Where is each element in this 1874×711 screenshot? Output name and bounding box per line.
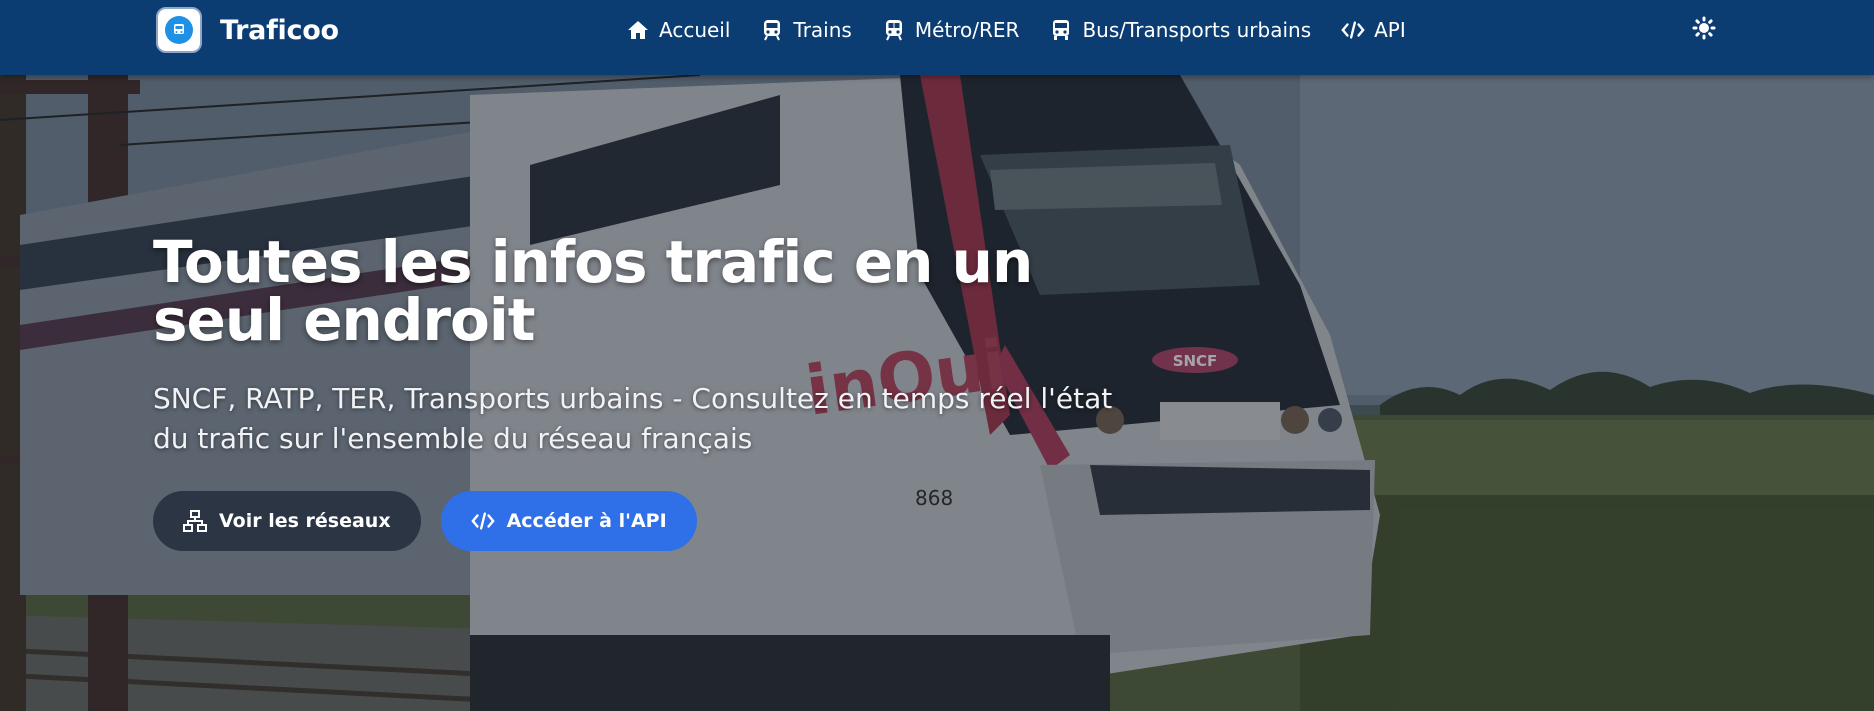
hero-section: SNCF inOui 868 Toutes les infos trafic e… bbox=[0, 75, 1874, 711]
nav-item-metro-rer[interactable]: Métro/RER bbox=[882, 18, 1020, 42]
home-icon bbox=[626, 18, 650, 42]
top-navbar: Traficoo Accueil Trains Métro/RER Bus/Tr… bbox=[0, 0, 1874, 75]
nav-item-label: Accueil bbox=[659, 18, 731, 42]
nav-item-api[interactable]: API bbox=[1341, 18, 1406, 42]
code-icon bbox=[1341, 18, 1365, 42]
train-icon bbox=[760, 18, 784, 42]
access-api-button[interactable]: Accéder à l'API bbox=[440, 491, 697, 551]
hero-buttons: Voir les réseaux Accéder à l'API bbox=[153, 491, 1153, 551]
nav-item-trains[interactable]: Trains bbox=[760, 18, 852, 42]
hero-title: Toutes les infos trafic en un seul endro… bbox=[153, 228, 1033, 354]
hero-content: Toutes les infos trafic en un seul endro… bbox=[153, 233, 1153, 551]
nav-item-label: API bbox=[1374, 18, 1406, 42]
bus-logo-icon bbox=[156, 7, 202, 53]
bus-icon bbox=[1049, 18, 1073, 42]
see-networks-label: Voir les réseaux bbox=[219, 510, 391, 532]
brand[interactable]: Traficoo bbox=[156, 6, 339, 54]
main-nav: Accueil Trains Métro/RER Bus/Transports … bbox=[626, 12, 1436, 48]
sun-icon bbox=[1692, 16, 1716, 44]
hero-subtitle: SNCF, RATP, TER, Transports urbains - Co… bbox=[153, 382, 1113, 455]
nav-item-label: Bus/Transports urbains bbox=[1082, 18, 1312, 42]
see-networks-button[interactable]: Voir les réseaux bbox=[153, 491, 421, 551]
theme-toggle-button[interactable] bbox=[1690, 16, 1718, 44]
nav-item-label: Métro/RER bbox=[914, 18, 1020, 42]
nav-item-accueil[interactable]: Accueil bbox=[626, 18, 730, 42]
brand-name: Traficoo bbox=[220, 14, 339, 46]
network-icon bbox=[183, 509, 207, 533]
access-api-label: Accéder à l'API bbox=[506, 510, 667, 532]
code-icon bbox=[470, 509, 495, 533]
nav-item-bus[interactable]: Bus/Transports urbains bbox=[1049, 18, 1311, 42]
nav-item-label: Trains bbox=[793, 18, 852, 42]
metro-icon bbox=[882, 18, 906, 42]
